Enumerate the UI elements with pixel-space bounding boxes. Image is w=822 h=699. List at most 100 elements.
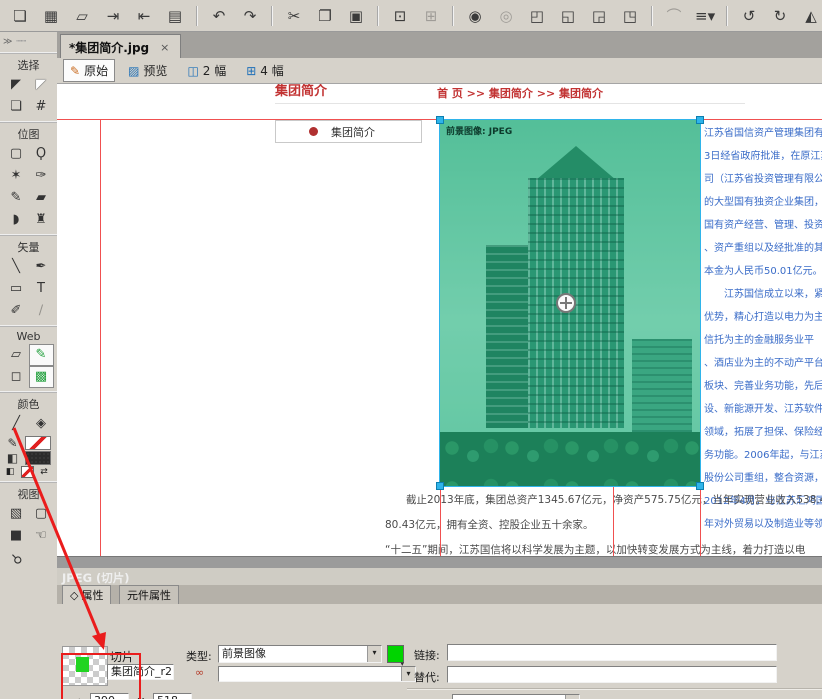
view-preview-button[interactable]: ▨ 预览 <box>121 59 174 82</box>
separator[interactable] <box>651 6 653 26</box>
collapse-icon[interactable]: ≫ <box>3 37 12 47</box>
separator[interactable] <box>196 6 198 26</box>
default-colors-button[interactable]: ◧ <box>4 466 17 478</box>
marquee-tool[interactable]: ▢ <box>4 143 29 165</box>
send-to-back-icon[interactable]: ◳ <box>620 6 640 26</box>
text-line: 江苏国信成立以来，紧 <box>704 283 822 306</box>
tab-properties[interactable]: ◇ 属性 <box>62 585 111 604</box>
view-4up-button[interactable]: ⊞ 4 幅 <box>239 59 291 82</box>
slice-handle-bottom-left[interactable] <box>436 482 444 490</box>
undo-icon[interactable]: ↶ <box>209 6 229 26</box>
save-icon[interactable]: ▦ <box>41 6 61 26</box>
bring-forward-icon[interactable]: ◱ <box>558 6 578 26</box>
tools-panel-header[interactable]: ≫ ┉┉ <box>0 32 57 52</box>
chevron-down-icon[interactable]: ▾ <box>401 667 415 681</box>
hand-tool[interactable]: ☜ <box>29 525 54 547</box>
freeform-tool[interactable]: ✐ <box>4 300 29 322</box>
tools-section-web: Web ▱✎◻▩ <box>0 325 57 388</box>
hide-slices-button[interactable]: ◻ <box>4 366 29 388</box>
view-original-button[interactable]: ✎ 原始 <box>63 59 115 82</box>
separator[interactable] <box>377 6 379 26</box>
fill-color-well[interactable] <box>25 451 51 465</box>
print-icon[interactable]: ▤ <box>165 6 185 26</box>
rubber-stamp-tool[interactable]: ♜ <box>29 209 54 231</box>
document-canvas[interactable]: 集团简介 首 页 >> 集团简介 >> 集团简介 集团简介 江苏省国信资产管理集… <box>57 84 822 556</box>
slice-tool[interactable]: ✎ <box>29 344 54 366</box>
full-screen-mode-button[interactable]: ■ <box>4 525 29 547</box>
stroke-color-well[interactable] <box>25 436 51 450</box>
ungroup-icon[interactable]: ◎ <box>496 6 516 26</box>
eyedropper-tool[interactable]: ╱ <box>4 413 29 435</box>
slice-color-swatch[interactable]: ▾ <box>387 645 404 663</box>
tab-symbol-properties[interactable]: 元件属性 <box>119 585 179 604</box>
chevron-down-icon[interactable]: ▾ <box>367 646 381 662</box>
document-tab-title: *集团简介.jpg <box>69 39 149 56</box>
slice-type-dropdown[interactable]: 前景图像 ▾ <box>218 645 382 663</box>
slice-handle-top-right[interactable] <box>696 116 704 124</box>
collapse-diamond-icon[interactable]: ◇ <box>70 589 78 602</box>
subselection-tool[interactable]: ◤ <box>29 74 54 96</box>
import-icon[interactable]: ⇥ <box>103 6 123 26</box>
rotate-cw-icon[interactable]: ↻ <box>770 6 790 26</box>
pen-tool[interactable]: ✒ <box>29 256 54 278</box>
knife-tool[interactable]: ∕ <box>29 300 54 322</box>
line-tool[interactable]: ╲ <box>4 256 29 278</box>
blur-tool[interactable]: ◗ <box>4 209 29 231</box>
rectangle-tool[interactable]: ▭ <box>4 278 29 300</box>
redo-icon[interactable]: ↷ <box>240 6 260 26</box>
send-backward-icon[interactable]: ◲ <box>589 6 609 26</box>
section-label: 视图 <box>0 482 57 503</box>
export-area-icon[interactable]: ⊡ <box>390 6 410 26</box>
pointer-tool[interactable]: ◤ <box>4 74 29 96</box>
x-field[interactable]: 518 <box>153 693 192 699</box>
cut-icon[interactable]: ✂ <box>284 6 304 26</box>
export-preview-icon[interactable]: ⊞ <box>421 6 441 26</box>
zoom-tool[interactable]: ⚲ <box>4 547 29 569</box>
group-icon[interactable]: ◉ <box>465 6 485 26</box>
standard-screen-mode-button[interactable]: ▧ <box>4 503 29 525</box>
slice-guide-vertical <box>100 119 101 556</box>
text-line: 、资产重组以及经批准的其 <box>704 237 822 260</box>
text-line: 板块、完善业务功能，先后 <box>704 375 822 398</box>
paint-bucket-tool[interactable]: ◈ <box>29 413 54 435</box>
align-icon[interactable]: ≡▾ <box>695 6 715 26</box>
join-icon[interactable]: ⌒ <box>664 6 684 26</box>
export-settings-dropdown[interactable]: ▾ <box>218 666 416 682</box>
document-tab[interactable]: *集团简介.jpg × <box>60 34 181 59</box>
new-document-icon[interactable]: ❏ <box>10 6 30 26</box>
crop-tool[interactable]: # <box>29 96 54 118</box>
rotate-ccw-icon[interactable]: ↺ <box>739 6 759 26</box>
close-tab-icon[interactable]: × <box>157 40 172 55</box>
paste-icon[interactable]: ▣ <box>346 6 366 26</box>
brush-tool[interactable]: ✑ <box>29 165 54 187</box>
text-tool[interactable]: T <box>29 278 54 300</box>
separator[interactable] <box>271 6 273 26</box>
show-slices-button[interactable]: ▩ <box>29 366 54 388</box>
link-field[interactable] <box>447 644 777 661</box>
export-icon[interactable]: ⇤ <box>134 6 154 26</box>
slice-handle-bottom-right[interactable] <box>696 482 704 490</box>
full-screen-with-menus-mode-button[interactable]: ▢ <box>29 503 54 525</box>
alt-field[interactable] <box>447 666 777 683</box>
swap-colors-button[interactable]: ⇄ <box>38 466 51 478</box>
slice-behavior-handle[interactable] <box>556 293 576 313</box>
open-icon[interactable]: ▱ <box>72 6 92 26</box>
select-behind-tool[interactable]: ❏ <box>4 96 29 118</box>
magic-wand-tool[interactable]: ✶ <box>4 165 29 187</box>
slice-handle-top-left[interactable] <box>436 116 444 124</box>
hotspot-tool[interactable]: ▱ <box>4 344 29 366</box>
bring-to-front-icon[interactable]: ◰ <box>527 6 547 26</box>
lasso-tool[interactable]: Ϙ <box>29 143 54 165</box>
target-dropdown[interactable]: ▾ <box>452 694 580 699</box>
flip-horizontal-icon[interactable]: ◭ <box>801 6 821 26</box>
chevron-down-icon[interactable]: ▾ <box>565 695 579 699</box>
bullet-icon <box>309 127 318 136</box>
tools-section-view: 视图 ▧▢■☜⚲ <box>0 481 57 569</box>
no-color-button[interactable] <box>21 466 34 478</box>
pencil-tool[interactable]: ✎ <box>4 187 29 209</box>
copy-icon[interactable]: ❐ <box>315 6 335 26</box>
separator[interactable] <box>726 6 728 26</box>
separator[interactable] <box>452 6 454 26</box>
view-2up-button[interactable]: ◫ 2 幅 <box>180 59 233 82</box>
eraser-tool[interactable]: ▰ <box>29 187 54 209</box>
